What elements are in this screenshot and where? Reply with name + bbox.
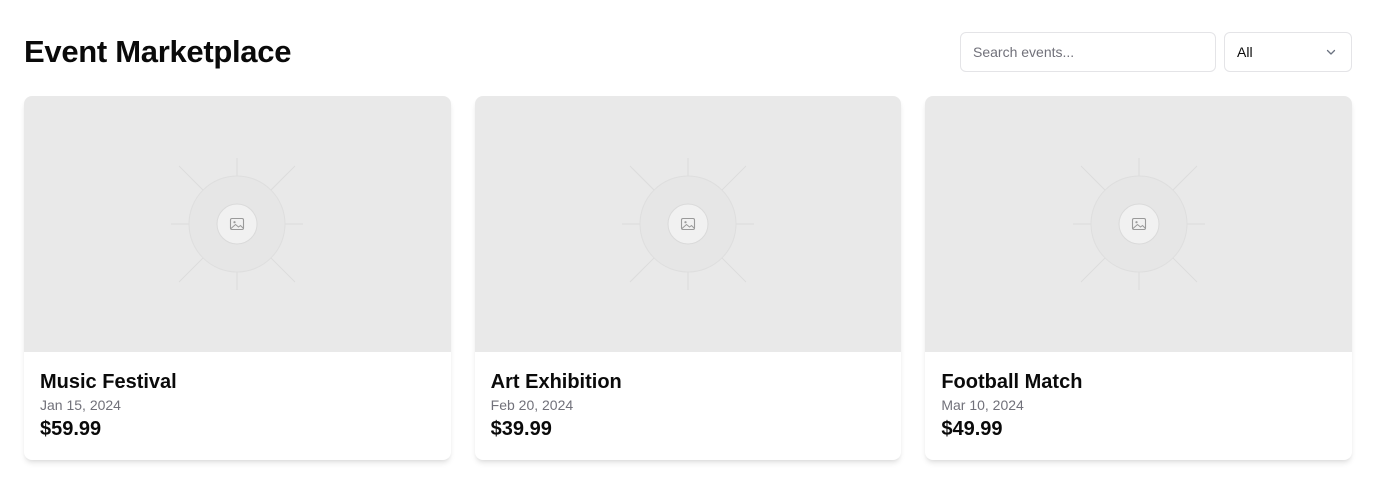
image-placeholder-icon [618,154,758,294]
event-title: Music Festival [40,371,177,393]
image-placeholder-icon [167,154,307,294]
category-filter-value: All [1237,44,1253,60]
event-date: Feb 20, 2024 [490,397,574,413]
event-image-placeholder [24,96,451,352]
event-price: $49.99 [941,418,1003,440]
event-title: Football Match [941,371,1083,393]
event-card[interactable]: Football Match Mar 10, 2024 $49.99 [925,96,1352,460]
header: Event Marketplace All [24,32,1352,72]
event-date: Jan 15, 2024 [40,397,121,413]
category-filter-select[interactable]: All [1224,32,1352,72]
image-placeholder-icon [1069,154,1209,294]
event-date: Mar 10, 2024 [941,397,1024,413]
event-card[interactable]: Music Festival Jan 15, 2024 $59.99 [24,96,451,460]
event-image-placeholder [925,96,1352,352]
event-card-body: Football Match Mar 10, 2024 $49.99 [925,352,1352,458]
event-card-body: Art Exhibition Feb 20, 2024 $39.99 [475,352,902,458]
event-title: Art Exhibition [490,371,622,393]
event-price: $39.99 [490,418,552,440]
header-controls: All [960,32,1352,72]
event-price: $59.99 [40,418,102,440]
event-card[interactable]: Art Exhibition Feb 20, 2024 $39.99 [474,96,902,460]
page: Event Marketplace All [0,0,1376,492]
event-card-body: Music Festival Jan 15, 2024 $59.99 [24,352,451,458]
chevron-down-icon [1323,44,1339,60]
page-title: Event Marketplace [24,34,292,69]
event-grid: Music Festival Jan 15, 2024 $59.99 Art E… [24,96,1352,460]
search-input[interactable] [960,32,1216,72]
event-image-placeholder [474,96,902,352]
